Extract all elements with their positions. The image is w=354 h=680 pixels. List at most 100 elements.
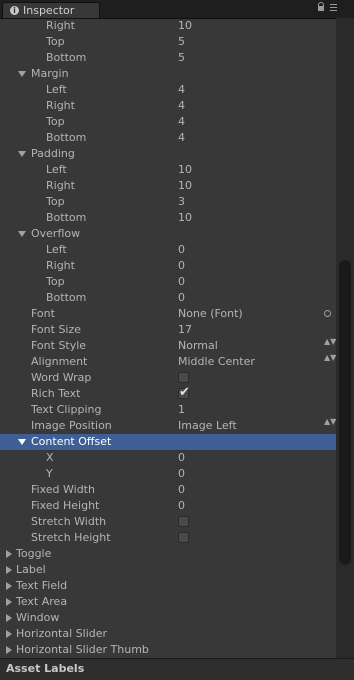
field-row-x[interactable]: X 0: [0, 450, 336, 466]
field-row-bottom[interactable]: Bottom 10: [0, 210, 336, 226]
collapsed-arrow-icon[interactable]: [6, 582, 12, 590]
field-row-bottom[interactable]: Bottom 4: [0, 130, 336, 146]
foldout-text-field[interactable]: Text Field: [0, 578, 336, 594]
field-row-top[interactable]: Top 0: [0, 274, 336, 290]
field-label: Font Style: [31, 339, 87, 352]
collapsed-arrow-icon[interactable]: [6, 614, 12, 622]
field-row-right[interactable]: Right 10: [0, 178, 336, 194]
field-value[interactable]: 0: [178, 243, 185, 256]
field-value[interactable]: 4: [178, 99, 185, 112]
font-object-field[interactable]: None (Font): [178, 307, 243, 320]
field-value[interactable]: 0: [178, 291, 185, 304]
foldout-label: Horizontal Slider Thumb: [16, 643, 149, 656]
field-value[interactable]: 0: [178, 275, 185, 288]
field-row-fixed-height[interactable]: Fixed Height 0: [0, 498, 336, 514]
field-value[interactable]: 0: [178, 467, 185, 480]
field-value[interactable]: 0: [178, 451, 185, 464]
field-value[interactable]: 4: [178, 115, 185, 128]
field-label: Right: [46, 19, 75, 32]
field-row-stretch-width[interactable]: Stretch Width: [0, 514, 336, 530]
field-value[interactable]: 4: [178, 83, 185, 96]
field-label: Top: [46, 275, 65, 288]
foldout-window[interactable]: Window: [0, 610, 336, 626]
image-position-dropdown[interactable]: Image Left: [178, 419, 237, 432]
collapsed-arrow-icon[interactable]: [6, 646, 12, 654]
font-style-dropdown[interactable]: Normal: [178, 339, 218, 352]
lock-icon[interactable]: [318, 2, 324, 11]
collapsed-arrow-icon[interactable]: [6, 566, 12, 574]
foldout-label-style[interactable]: Label: [0, 562, 336, 578]
foldout-padding[interactable]: Padding: [0, 146, 336, 162]
foldout-label: Padding: [31, 147, 75, 160]
field-value[interactable]: 1: [178, 403, 185, 416]
stretch-width-checkbox[interactable]: [178, 516, 189, 527]
object-picker-icon[interactable]: [324, 310, 331, 317]
scrollbar-thumb[interactable]: [339, 260, 351, 565]
field-row-bottom[interactable]: Bottom 5: [0, 50, 336, 66]
word-wrap-checkbox[interactable]: [178, 372, 189, 383]
dropdown-arrows-icon[interactable]: ▲▼: [324, 354, 336, 362]
foldout-margin[interactable]: Margin: [0, 66, 336, 82]
field-value[interactable]: 3: [178, 195, 185, 208]
expand-arrow-icon[interactable]: [18, 151, 26, 157]
field-row-top[interactable]: Top 3: [0, 194, 336, 210]
field-label: Bottom: [46, 51, 87, 64]
field-row-right[interactable]: Right 10: [0, 18, 336, 34]
field-value[interactable]: 10: [178, 19, 192, 32]
tab-inspector[interactable]: i Inspector: [2, 2, 100, 18]
field-value[interactable]: 0: [178, 259, 185, 272]
expand-arrow-icon[interactable]: [18, 439, 26, 445]
collapsed-arrow-icon[interactable]: [6, 550, 12, 558]
foldout-label: Margin: [31, 67, 69, 80]
field-row-top[interactable]: Top 4: [0, 114, 336, 130]
menu-icon[interactable]: [330, 4, 338, 12]
field-label: Bottom: [46, 131, 87, 144]
foldout-horizontal-slider-thumb[interactable]: Horizontal Slider Thumb: [0, 642, 336, 658]
field-row-left[interactable]: Left 10: [0, 162, 336, 178]
vertical-scrollbar[interactable]: [336, 18, 354, 658]
field-row-stretch-height[interactable]: Stretch Height: [0, 530, 336, 546]
field-value[interactable]: 4: [178, 131, 185, 144]
alignment-dropdown[interactable]: Middle Center: [178, 355, 255, 368]
field-row-bottom[interactable]: Bottom 0: [0, 290, 336, 306]
collapsed-arrow-icon[interactable]: [6, 598, 12, 606]
dropdown-arrows-icon[interactable]: ▲▼: [324, 338, 336, 346]
asset-labels-bar[interactable]: Asset Labels: [0, 658, 354, 680]
expand-arrow-icon[interactable]: [18, 231, 26, 237]
field-row-rich-text[interactable]: Rich Text ✔: [0, 385, 336, 402]
field-label: Left: [46, 163, 67, 176]
expand-arrow-icon[interactable]: [18, 71, 26, 77]
collapsed-arrow-icon[interactable]: [6, 630, 12, 638]
field-label: Top: [46, 195, 65, 208]
foldout-horizontal-slider[interactable]: Horizontal Slider: [0, 626, 336, 642]
field-row-text-clipping[interactable]: Text Clipping 1: [0, 402, 336, 418]
field-row-top[interactable]: Top 5: [0, 34, 336, 50]
field-value[interactable]: 10: [178, 163, 192, 176]
field-row-font-style[interactable]: Font Style Normal ▲▼: [0, 338, 336, 354]
field-value[interactable]: 5: [178, 35, 185, 48]
field-row-word-wrap[interactable]: Word Wrap: [0, 370, 336, 386]
field-row-alignment[interactable]: Alignment Middle Center ▲▼: [0, 354, 336, 370]
stretch-height-checkbox[interactable]: [178, 532, 189, 543]
field-row-y[interactable]: Y 0: [0, 466, 336, 482]
field-row-right[interactable]: Right 0: [0, 258, 336, 274]
field-value[interactable]: 5: [178, 51, 185, 64]
field-value[interactable]: 10: [178, 179, 192, 192]
field-row-left[interactable]: Left 4: [0, 82, 336, 98]
foldout-label: Overflow: [31, 227, 81, 240]
field-value[interactable]: 17: [178, 323, 192, 336]
field-value[interactable]: 10: [178, 211, 192, 224]
field-value[interactable]: 0: [178, 499, 185, 512]
foldout-text-area[interactable]: Text Area: [0, 594, 336, 610]
dropdown-arrows-icon[interactable]: ▲▼: [324, 418, 336, 426]
field-row-right[interactable]: Right 4: [0, 98, 336, 114]
field-row-font[interactable]: Font None (Font): [0, 306, 336, 322]
field-row-fixed-width[interactable]: Fixed Width 0: [0, 482, 336, 498]
foldout-overflow[interactable]: Overflow: [0, 226, 336, 242]
foldout-content-offset[interactable]: Content Offset: [0, 434, 336, 450]
foldout-toggle[interactable]: Toggle: [0, 546, 336, 562]
field-row-left[interactable]: Left 0: [0, 242, 336, 258]
field-value[interactable]: 0: [178, 483, 185, 496]
field-row-image-position[interactable]: Image Position Image Left ▲▼: [0, 418, 336, 434]
field-row-font-size[interactable]: Font Size 17: [0, 322, 336, 338]
